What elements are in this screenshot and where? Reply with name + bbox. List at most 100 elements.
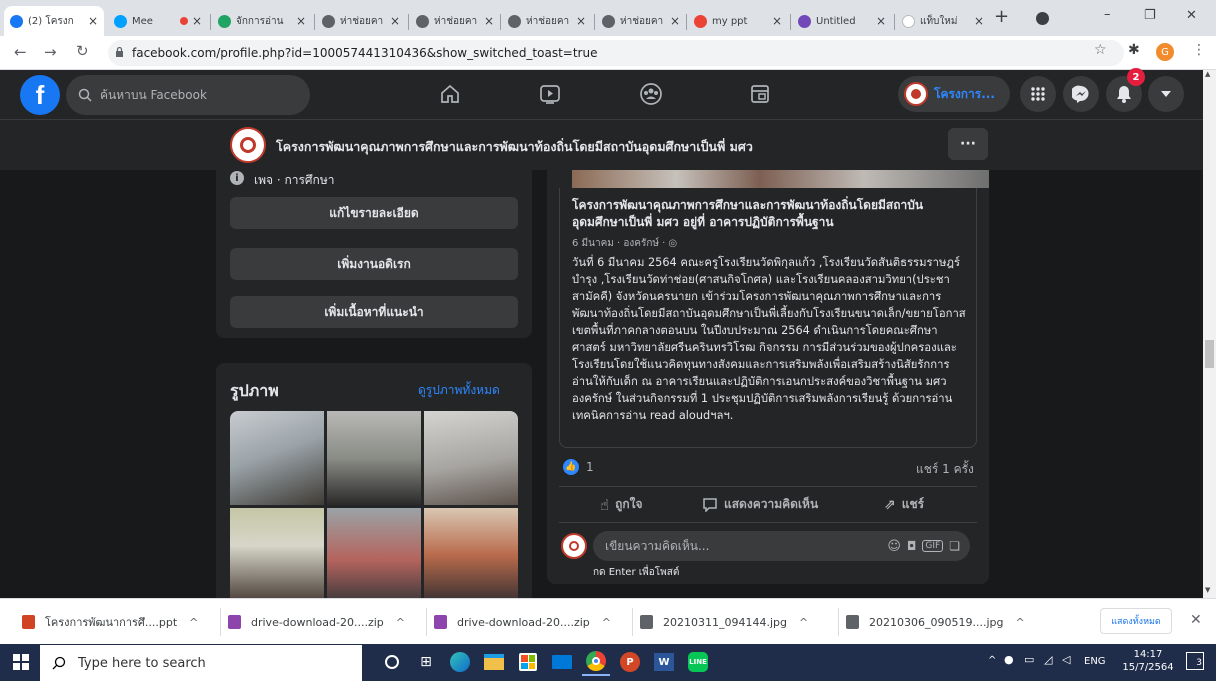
photo-thumbnail[interactable] xyxy=(327,508,421,598)
new-tab-button[interactable]: + xyxy=(994,6,1009,27)
windows-start-icon[interactable] xyxy=(13,654,29,670)
page-switch-button[interactable]: โครงการ... xyxy=(898,76,1010,112)
pages-feed-icon[interactable] xyxy=(749,83,771,105)
download-item[interactable]: drive-download-20....zip ^ xyxy=(228,612,405,632)
bookmark-star-icon[interactable]: ☆ xyxy=(1094,42,1107,58)
download-item[interactable]: 20210306_090519....jpg ^ xyxy=(846,612,1025,632)
close-window-button[interactable]: ✕ xyxy=(1186,8,1197,23)
restore-button[interactable]: ❐ xyxy=(1144,8,1156,23)
emoji-icon[interactable]: ☺ xyxy=(887,539,901,554)
gif-icon[interactable]: GIF xyxy=(922,540,944,552)
download-options-chevron-icon[interactable]: ^ xyxy=(189,616,198,629)
edit-details-button[interactable]: แก้ไขรายละเอียด xyxy=(230,197,518,229)
browser-tab[interactable]: ห่าช่อยคา × xyxy=(596,6,686,36)
browser-tab[interactable]: Mee × xyxy=(108,6,208,36)
comment-button[interactable]: แสดงความคิดเห็น xyxy=(702,495,818,514)
profile-menu-icon[interactable] xyxy=(1036,12,1049,25)
photo-thumbnail[interactable] xyxy=(230,508,324,598)
share-count[interactable]: แชร์ 1 ครั้ง xyxy=(916,460,974,479)
show-all-downloads-button[interactable]: แสดงทั้งหมด xyxy=(1100,608,1172,634)
show-hidden-icons[interactable]: ^ xyxy=(988,655,996,666)
download-item[interactable]: 20210311_094144.jpg ^ xyxy=(640,612,808,632)
url-field[interactable]: facebook.com/profile.php?id=100057441310… xyxy=(108,40,1124,66)
tab-close-icon[interactable]: × xyxy=(390,14,400,28)
tab-close-icon[interactable]: × xyxy=(670,14,680,28)
browser-tab[interactable]: ห่าช่อยคา × xyxy=(502,6,592,36)
word-icon[interactable]: W xyxy=(650,648,678,676)
tab-close-icon[interactable]: × xyxy=(88,14,98,28)
microphone-icon[interactable]: ● xyxy=(1004,653,1014,666)
camera-icon[interactable]: ◘ xyxy=(907,539,917,553)
sticker-icon[interactable]: ❏ xyxy=(949,539,960,553)
taskbar-search-box[interactable]: Type here to search xyxy=(40,645,362,681)
like-button[interactable]: ☝ ถูกใจ xyxy=(600,495,643,514)
browser-menu-icon[interactable]: ⋮ xyxy=(1192,42,1206,58)
more-options-button[interactable]: ··· xyxy=(948,128,988,160)
add-featured-button[interactable]: เพิ่มเนื้อหาที่แนะนำ xyxy=(230,296,518,328)
tab-close-icon[interactable]: × xyxy=(772,14,782,28)
scroll-up-arrow-icon[interactable]: ▲ xyxy=(1205,70,1210,78)
close-downloads-icon[interactable]: ✕ xyxy=(1190,612,1202,628)
post-title[interactable]: โครงการพัฒนาคุณภาพการศึกษาและการพัฒนาท้อ… xyxy=(572,197,967,231)
add-hobbies-button[interactable]: เพิ่มงานอดิเรก xyxy=(230,248,518,280)
lock-icon[interactable] xyxy=(115,47,124,58)
see-all-photos-link[interactable]: ดูรูปภาพทั้งหมด xyxy=(418,381,500,400)
wifi-icon[interactable]: ◿ xyxy=(1044,653,1052,666)
home-icon[interactable] xyxy=(439,83,461,105)
messenger-icon[interactable] xyxy=(1063,76,1099,112)
tab-close-icon[interactable]: × xyxy=(876,14,886,28)
download-options-chevron-icon[interactable]: ^ xyxy=(602,616,611,629)
browser-tab[interactable]: จักการอ่าน × xyxy=(212,6,312,36)
page-profile-avatar[interactable] xyxy=(230,127,266,163)
photo-thumbnail[interactable] xyxy=(230,411,324,505)
powerpoint-icon[interactable]: P xyxy=(616,648,644,676)
tab-close-icon[interactable]: × xyxy=(296,14,306,28)
download-options-chevron-icon[interactable]: ^ xyxy=(396,616,405,629)
download-options-chevron-icon[interactable]: ^ xyxy=(1016,616,1025,629)
like-count[interactable]: 1 xyxy=(586,460,594,474)
browser-tab[interactable]: my ppt × xyxy=(688,6,788,36)
task-view-icon[interactable]: ⊞ xyxy=(412,648,440,676)
action-center-icon[interactable]: 3 xyxy=(1186,652,1204,670)
browser-tab[interactable]: (2) โครงก × xyxy=(4,6,104,36)
edge-icon[interactable] xyxy=(446,648,474,676)
clock[interactable]: 14:17 15/7/2564 xyxy=(1122,648,1174,674)
store-icon[interactable] xyxy=(514,648,542,676)
page-scrollbar[interactable] xyxy=(1203,70,1216,598)
network-icon[interactable]: ▭ xyxy=(1024,653,1034,666)
watch-video-icon[interactable] xyxy=(539,83,561,105)
comment-input[interactable]: เขียนความคิดเห็น... ☺ ◘ GIF ❏ xyxy=(593,531,970,561)
cortana-icon[interactable] xyxy=(378,648,406,676)
download-item[interactable]: โครงการพัฒนาการศึ....ppt ^ xyxy=(22,612,198,632)
forward-arrow-icon[interactable]: → xyxy=(44,43,57,61)
browser-tab[interactable]: ห่าช่อยคา × xyxy=(410,6,500,36)
line-app-icon[interactable]: LINE xyxy=(684,648,712,676)
browser-tab[interactable]: Untitled × xyxy=(792,6,892,36)
chrome-icon[interactable] xyxy=(582,648,610,676)
extensions-puzzle-icon[interactable]: ✱ xyxy=(1128,42,1140,58)
volume-icon[interactable]: ◁ xyxy=(1062,653,1070,666)
photo-thumbnail[interactable] xyxy=(424,411,518,505)
share-button[interactable]: ⇗ แชร์ xyxy=(884,495,924,514)
browser-tab[interactable]: ห่าช่อยคา × xyxy=(316,6,406,36)
like-reaction-icon[interactable]: 👍 xyxy=(563,459,579,475)
mail-icon[interactable] xyxy=(548,648,576,676)
reload-icon[interactable]: ↻ xyxy=(76,42,89,60)
download-options-chevron-icon[interactable]: ^ xyxy=(799,616,808,629)
groups-icon[interactable] xyxy=(639,82,663,106)
commenter-avatar[interactable] xyxy=(561,533,587,559)
tab-close-icon[interactable]: × xyxy=(974,14,984,28)
scrollbar-thumb[interactable] xyxy=(1205,340,1214,368)
photo-thumbnail[interactable] xyxy=(327,411,421,505)
post-image-strip[interactable] xyxy=(572,170,989,188)
file-explorer-icon[interactable] xyxy=(480,648,508,676)
facebook-logo-icon[interactable]: f xyxy=(20,75,60,115)
menu-grid-icon[interactable] xyxy=(1020,76,1056,112)
profile-avatar[interactable]: G xyxy=(1156,43,1174,61)
account-dropdown-icon[interactable] xyxy=(1148,76,1184,112)
tab-close-icon[interactable]: × xyxy=(484,14,494,28)
scroll-down-arrow-icon[interactable]: ▼ xyxy=(1205,586,1210,594)
fb-search-input[interactable]: ค้นหาบน Facebook xyxy=(66,75,310,115)
download-item[interactable]: drive-download-20....zip ^ xyxy=(434,612,611,632)
minimize-button[interactable]: – xyxy=(1104,7,1111,22)
